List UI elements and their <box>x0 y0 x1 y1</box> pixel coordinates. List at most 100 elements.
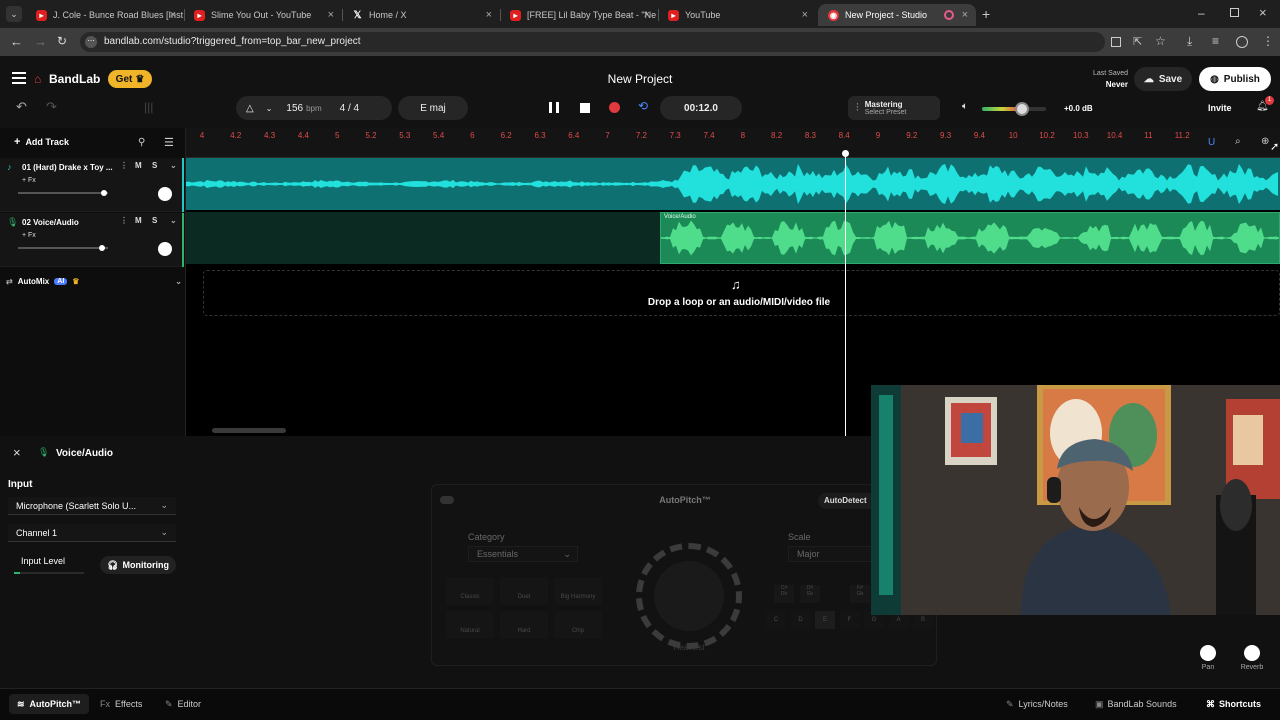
record-button[interactable] <box>609 102 620 113</box>
close-window-icon[interactable]: × <box>1259 5 1267 20</box>
publish-button[interactable]: ◍ Publish <box>1199 67 1271 91</box>
browser-tab-5[interactable]: ▸ YouTube × <box>658 4 816 26</box>
minimize-window-icon[interactable]: – <box>1198 6 1205 20</box>
profile-icon[interactable] <box>1236 36 1248 48</box>
sharp-key[interactable]: F# Gb <box>850 585 870 603</box>
browser-tab-1[interactable]: ▸ J. Cole - Bunce Road Blues [Inst × <box>26 4 184 26</box>
pan-knob[interactable] <box>158 187 172 201</box>
loop-icon[interactable]: ⟲ <box>638 99 648 113</box>
note-key[interactable]: C <box>766 611 786 629</box>
bandlab-sounds-button[interactable]: ▣ BandLab Sounds <box>1095 699 1177 710</box>
chevron-down-icon[interactable]: ⌄ <box>170 161 177 170</box>
bookmark-star-icon[interactable]: ☆ <box>1155 34 1166 48</box>
note-key[interactable]: D <box>790 611 811 629</box>
track-volume-handle[interactable] <box>98 245 105 251</box>
autopitch-power-toggle[interactable] <box>440 496 454 504</box>
add-fx-button[interactable]: + Fx <box>22 177 36 184</box>
track-lane-1[interactable] <box>186 158 1280 210</box>
editor-tab[interactable]: ✎ Editor <box>165 699 201 710</box>
mute-button[interactable]: M <box>135 161 142 170</box>
track-name[interactable]: 01 (Hard) Drake x Toy ... <box>22 163 113 172</box>
tab-search-button[interactable]: ⌄ <box>6 6 22 22</box>
master-volume-slider[interactable] <box>982 102 1046 116</box>
add-track-button[interactable]: + Add Track <box>14 137 69 148</box>
bandlab-logo-icon[interactable]: ⌂ <box>34 72 41 86</box>
get-membership-button[interactable]: Get ♛ <box>108 70 152 88</box>
magnet-snap-icon[interactable]: U <box>1208 137 1215 148</box>
close-icon[interactable]: × <box>962 9 968 21</box>
add-fx-button[interactable]: + Fx <box>22 232 36 239</box>
project-title[interactable]: New Project <box>560 72 720 86</box>
new-tab-button[interactable]: + <box>982 6 990 22</box>
pause-button[interactable] <box>549 102 559 113</box>
share-icon[interactable]: ⇱ <box>1133 35 1142 48</box>
close-icon[interactable]: × <box>486 9 492 21</box>
more-options-icon[interactable]: ⋮ <box>120 161 128 170</box>
note-key[interactable]: F <box>839 611 860 629</box>
solo-button[interactable]: S <box>152 216 157 225</box>
timeline-ruler[interactable]: 4 4.2 4.3 4.4 5 5.2 5.3 5.4 6 6.2 6.3 6.4 7 7.2 7.3 7.4… <box>186 128 1280 158</box>
key-selector[interactable]: E maj <box>398 96 468 120</box>
preset-button[interactable]: Big Harmony <box>554 577 602 605</box>
maximize-window-icon[interactable] <box>1230 8 1239 17</box>
forward-icon[interactable]: → <box>34 34 47 49</box>
translate-icon[interactable] <box>1111 37 1121 47</box>
mixer-icon[interactable]: ||| <box>144 100 153 114</box>
invite-button[interactable]: Invite <box>1208 103 1232 113</box>
browser-tab-3[interactable]: 𝕏 Home / X × <box>342 4 500 26</box>
more-options-icon[interactable]: ⋮ <box>120 216 128 225</box>
track-name[interactable]: 02 Voice/Audio <box>22 218 79 227</box>
reverb-knob-small[interactable] <box>1244 645 1260 661</box>
mastering-button[interactable]: ⫶ Mastering Select Preset <box>848 96 940 120</box>
solo-button[interactable]: S <box>152 161 157 170</box>
pan-knob-small[interactable] <box>1200 645 1216 661</box>
monitoring-button[interactable]: 🎧︎ Monitoring <box>100 556 176 574</box>
close-icon[interactable]: × <box>644 9 650 21</box>
scale-select[interactable]: Major <box>788 546 878 562</box>
autopitch-tab[interactable]: ≋ AutoPitch™ <box>9 694 90 714</box>
browser-tab-6-active[interactable]: ◉ New Project - Studio × <box>818 4 976 26</box>
hamburger-menu-icon[interactable] <box>12 72 26 84</box>
site-info-icon[interactable]: ⋯ <box>85 36 97 48</box>
url-bar[interactable]: ⋯ bandlab.com/studio?triggered_from=top_… <box>80 32 1105 52</box>
pan-knob[interactable] <box>158 242 172 256</box>
track-lane-2[interactable]: Voice/Audio <box>186 212 1280 264</box>
close-icon[interactable]: × <box>802 9 808 21</box>
input-device-select[interactable]: Microphone (Scarlett Solo U... ⌄ <box>8 497 176 515</box>
effects-tab[interactable]: Fx Effects <box>100 699 142 709</box>
download-icon[interactable]: ⤓ <box>1187 34 1192 49</box>
close-icon[interactable]: × <box>328 9 334 21</box>
preset-button[interactable]: Duet <box>500 577 548 605</box>
playhead[interactable] <box>842 150 849 436</box>
track-volume-slider[interactable] <box>18 245 108 251</box>
redo-icon[interactable]: ↷ <box>46 99 57 115</box>
stop-button[interactable] <box>580 103 590 113</box>
brand-name[interactable]: BandLab <box>49 72 100 86</box>
preset-button[interactable]: Hard <box>500 611 548 639</box>
track-settings-icon[interactable]: ☰ <box>164 136 174 149</box>
preset-button[interactable]: Natural <box>446 611 494 639</box>
horizontal-scrollbar[interactable] <box>212 428 286 433</box>
category-select[interactable]: Essentials ⌄ <box>468 546 578 562</box>
browser-menu-icon[interactable]: ⋮ <box>1262 34 1274 48</box>
back-icon[interactable]: ← <box>10 34 23 49</box>
audio-clip[interactable]: Voice/Audio <box>660 212 1280 264</box>
track-header-2[interactable]: 🎙︎ 02 Voice/Audio + Fx ⋮ M S ⌄ <box>0 213 184 267</box>
close-icon[interactable]: × <box>13 445 21 460</box>
chevron-down-icon[interactable]: ⌄ <box>175 277 182 286</box>
speaker-mute-icon[interactable]: 🔈︎ <box>962 101 968 112</box>
wand-icon[interactable]: ⚲ <box>138 137 145 148</box>
track-header-1[interactable]: ♪ 01 (Hard) Drake x Toy ... + Fx ⋮ M S ⌄ <box>0 158 184 212</box>
channel-select[interactable]: Channel 1 ⌄ <box>8 524 176 542</box>
track-volume-slider[interactable] <box>18 190 108 196</box>
preset-button[interactable]: Classic <box>446 577 494 605</box>
reload-icon[interactable]: ↻ <box>57 34 67 48</box>
pitch-knob[interactable] <box>636 543 742 649</box>
automix-row[interactable]: ⇄ AutoMix AI ♛ ⌄ <box>6 274 182 288</box>
track-volume-handle[interactable] <box>100 190 107 196</box>
tempo-value[interactable]: 156 <box>286 103 303 114</box>
lyrics-notes-button[interactable]: ✎ Lyrics/Notes <box>1006 699 1068 710</box>
chevron-down-icon[interactable]: ⌄ <box>266 104 273 113</box>
undo-icon[interactable]: ↶ <box>16 99 27 115</box>
mute-button[interactable]: M <box>135 216 142 225</box>
